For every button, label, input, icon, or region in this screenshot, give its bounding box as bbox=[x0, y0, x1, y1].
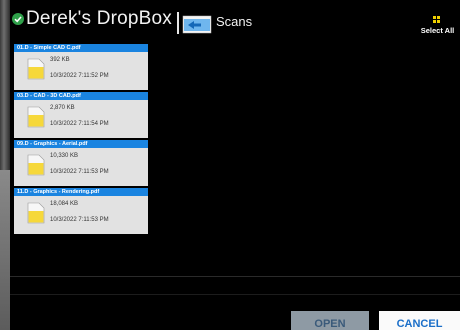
header-divider bbox=[177, 12, 179, 34]
current-folder-label: Scans bbox=[216, 14, 253, 29]
page-title: Derek's DropBox bbox=[26, 8, 173, 29]
select-all-label: Select All bbox=[420, 26, 455, 35]
document-icon bbox=[27, 202, 45, 224]
file-size: 18,084 KB bbox=[50, 201, 79, 207]
device-bezel bbox=[0, 0, 10, 330]
file-date: 10/3/2022 7:11:54 PM bbox=[50, 121, 109, 127]
file-name: 01.D - Simple CAD C.pdf bbox=[14, 44, 148, 52]
file-size: 392 KB bbox=[50, 57, 70, 63]
document-icon bbox=[27, 58, 45, 80]
dropbox-screen: Derek's DropBox Scans Select All 01.D - … bbox=[10, 0, 460, 330]
file-list: 01.D - Simple CAD C.pdf 392 KB 10/3/2022… bbox=[14, 44, 148, 234]
document-icon bbox=[27, 106, 45, 128]
file-item[interactable]: 03.D - CAD - 3D CAD.pdf 2,870 KB 10/3/20… bbox=[14, 92, 148, 138]
file-date: 10/3/2022 7:11:53 PM bbox=[50, 217, 109, 223]
file-item[interactable]: 11.D - Graphics - Rendering.pdf 18,084 K… bbox=[14, 188, 148, 234]
footer-divider bbox=[10, 276, 460, 277]
footer-divider bbox=[10, 294, 460, 295]
folder-back-icon bbox=[182, 15, 212, 34]
file-item[interactable]: 01.D - Simple CAD C.pdf 392 KB 10/3/2022… bbox=[14, 44, 148, 90]
file-date: 10/3/2022 7:11:52 PM bbox=[50, 73, 109, 79]
folder-back-button[interactable] bbox=[182, 14, 212, 34]
file-size: 2,870 KB bbox=[50, 105, 75, 111]
open-button[interactable]: OPEN bbox=[291, 311, 369, 330]
file-size: 10,330 KB bbox=[50, 153, 79, 159]
file-item[interactable]: 09.D - Graphics - Aerial.pdf 10,330 KB 1… bbox=[14, 140, 148, 186]
header-bar: Derek's DropBox Scans Select All bbox=[10, 0, 460, 40]
file-date: 10/3/2022 7:11:53 PM bbox=[50, 169, 109, 175]
cancel-button[interactable]: CANCEL bbox=[379, 311, 460, 330]
file-name: 09.D - Graphics - Aerial.pdf bbox=[14, 140, 148, 148]
check-circle-icon bbox=[12, 13, 24, 25]
file-name: 11.D - Graphics - Rendering.pdf bbox=[14, 188, 148, 196]
document-icon bbox=[27, 154, 45, 176]
grid-icon bbox=[433, 16, 441, 24]
select-all-button[interactable]: Select All bbox=[415, 16, 460, 42]
file-name: 03.D - CAD - 3D CAD.pdf bbox=[14, 92, 148, 100]
